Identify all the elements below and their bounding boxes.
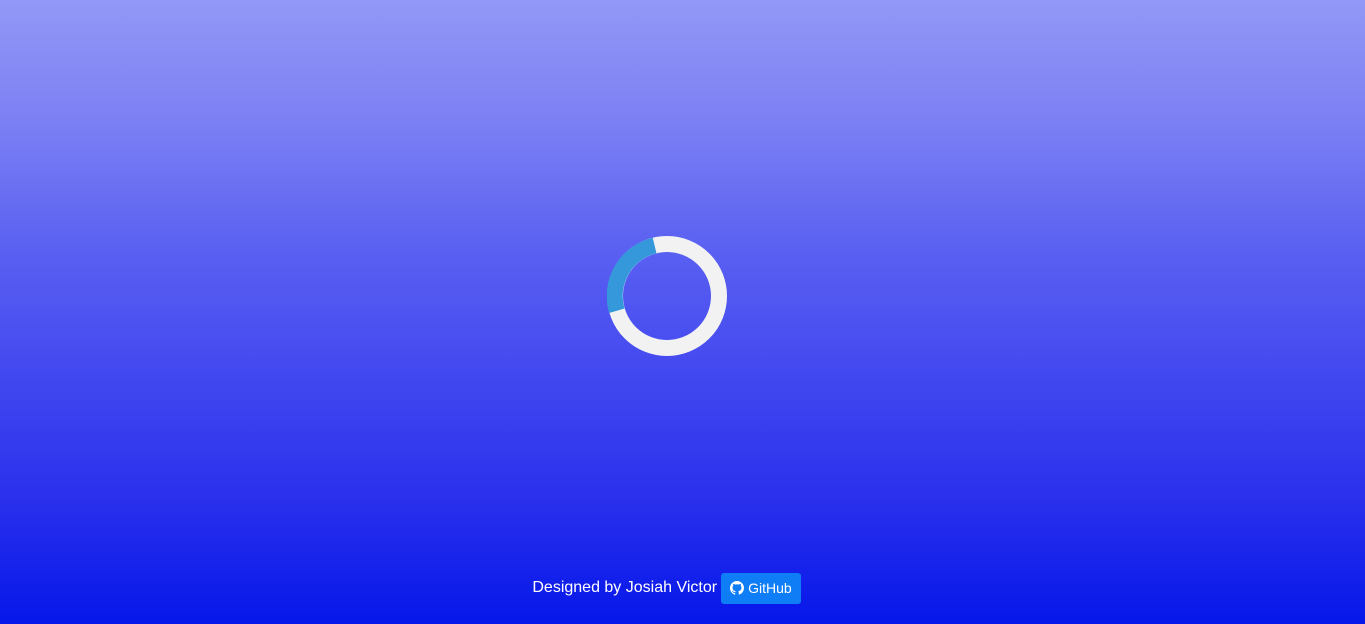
designer-credit: Designed by Josiah Victor — [532, 579, 718, 596]
github-button-label: GitHub — [748, 580, 792, 596]
spinner-arc — [607, 237, 657, 313]
page-background: Designed by Josiah Victor GitHub — [0, 0, 1365, 624]
github-button[interactable]: GitHub — [721, 572, 801, 604]
footer: Designed by Josiah Victor GitHub — [0, 572, 1365, 604]
loading-spinner-icon — [607, 236, 727, 356]
github-icon — [730, 581, 745, 595]
